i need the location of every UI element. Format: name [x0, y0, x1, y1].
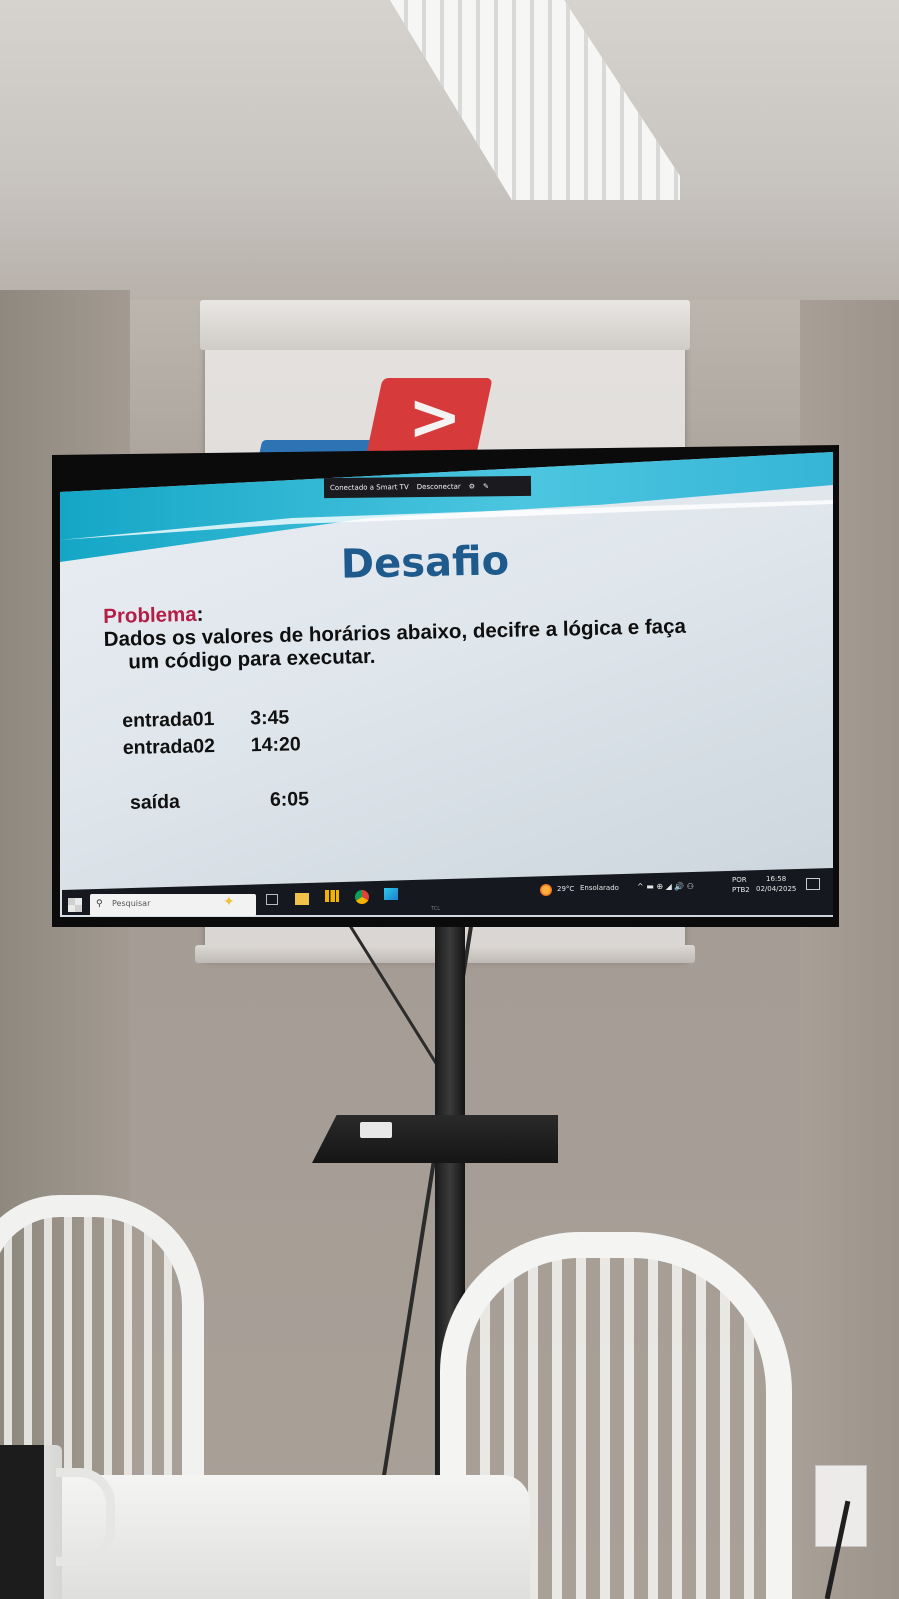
time-values-list: entrada01 3:45 entrada02 14:20 saída 6:0…: [122, 704, 309, 817]
value-row: entrada01 3:45: [122, 704, 308, 735]
banner-top-bar: [200, 300, 690, 350]
value-row: entrada02 14:20: [123, 731, 309, 762]
slide-title: Desafio: [340, 538, 510, 588]
language-top[interactable]: POR: [732, 876, 747, 884]
tv-brand-logo: TCL: [431, 906, 441, 912]
power-bi-icon[interactable]: [325, 890, 339, 902]
value-time: 6:05: [269, 788, 310, 811]
task-view-icon[interactable]: [266, 894, 278, 905]
weather-desc[interactable]: Ensolarado: [580, 884, 619, 892]
weather-temp[interactable]: 29°C: [557, 885, 574, 893]
vscode-icon[interactable]: [384, 888, 398, 900]
search-icon: ⚲: [96, 899, 103, 909]
shelf-device: [360, 1122, 392, 1138]
notification-icon[interactable]: [806, 878, 820, 890]
search-placeholder: Pesquisar: [112, 899, 151, 908]
system-tray-icons[interactable]: ^ ▬ ⊕ ◢ 🔊 ⚇: [637, 882, 694, 891]
cast-connection-bar: Conectado a Smart TV Desconectar ⚙ ✎: [323, 475, 532, 499]
mug-handle: [56, 1468, 115, 1566]
value-label: saída: [129, 790, 181, 814]
clock-time[interactable]: 16:58: [766, 875, 786, 883]
clock-date[interactable]: 02/04/2025: [756, 885, 796, 893]
tv-stand-shelf: [312, 1115, 558, 1163]
copilot-icon[interactable]: ✦: [223, 894, 235, 910]
disconnect-button[interactable]: Desconectar: [417, 483, 461, 491]
weather-icon[interactable]: [540, 884, 552, 896]
mug-dark-side: [0, 1445, 44, 1599]
pin-icon[interactable]: ✎: [483, 482, 489, 490]
chrome-icon[interactable]: [355, 890, 369, 904]
room-photo: > Conectado a Smart TV Desconectar ⚙ ✎ D…: [0, 0, 899, 1599]
file-explorer-icon[interactable]: [295, 893, 309, 905]
problem-label: Problema: [103, 602, 197, 628]
start-button[interactable]: [68, 898, 82, 912]
value-time: 14:20: [250, 733, 301, 757]
problem-colon: :: [196, 602, 204, 626]
cast-status: Conectado a Smart TV: [329, 483, 409, 493]
value-label: entrada02: [122, 735, 216, 759]
settings-icon[interactable]: ⚙: [469, 483, 475, 491]
banner-logo-arrow-icon: >: [408, 381, 462, 455]
language-bottom[interactable]: PTB2: [732, 886, 750, 894]
value-time: 3:45: [250, 706, 290, 730]
value-row: saída 6:05: [124, 786, 310, 817]
value-label: entrada01: [122, 708, 215, 732]
